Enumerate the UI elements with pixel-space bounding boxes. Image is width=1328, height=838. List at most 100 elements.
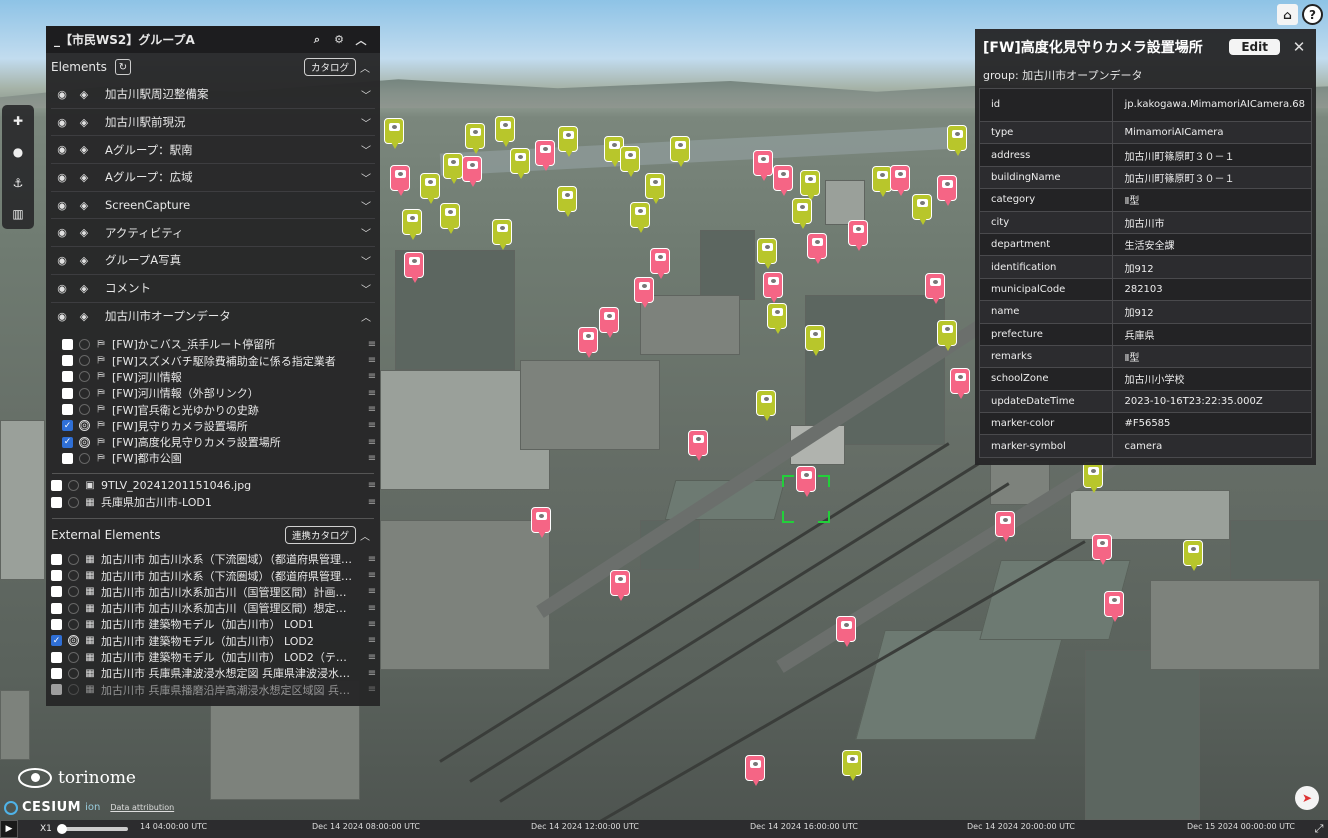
camera-marker[interactable] — [443, 153, 463, 184]
external-item[interactable]: ✓ ◎ ▦ 加古川市 建築物モデル（加古川市） LOD2 ≡ — [51, 633, 380, 649]
sublayer-item[interactable]: ⛿ [FW]スズメバチ駆除費補助金に係る指定業者 ≡ — [62, 352, 380, 368]
drag-handle-icon[interactable]: ≡ — [364, 668, 380, 679]
drag-handle-icon[interactable]: ≡ — [364, 437, 380, 448]
target-icon[interactable] — [79, 371, 90, 383]
drag-handle-icon[interactable]: ≡ — [364, 554, 380, 565]
home-icon[interactable]: ⌂ — [1277, 4, 1298, 25]
checkbox[interactable] — [51, 480, 62, 492]
ai-camera-marker[interactable] — [634, 277, 654, 308]
camera-marker[interactable] — [937, 320, 957, 351]
help-icon[interactable]: ? — [1302, 4, 1323, 25]
target-icon[interactable]: ◎ — [79, 420, 90, 432]
ai-camera-marker[interactable] — [925, 273, 945, 304]
checkbox[interactable] — [51, 618, 62, 630]
target-icon[interactable] — [79, 338, 90, 350]
camera-marker[interactable] — [440, 203, 460, 234]
drag-handle-icon[interactable]: ≡ — [364, 652, 380, 663]
close-icon[interactable]: ✕ — [1290, 38, 1308, 56]
checkbox[interactable] — [62, 452, 73, 464]
drag-handle-icon[interactable]: ≡ — [364, 586, 380, 597]
ai-camera-marker[interactable] — [535, 140, 555, 171]
edit-button[interactable]: Edit — [1229, 39, 1280, 55]
external-item[interactable]: ▦ 加古川市 加古川水系（下流圏域）（都道府県管理… ≡ — [51, 567, 380, 583]
eye-icon[interactable]: ◉ — [51, 254, 73, 267]
speed-slider[interactable] — [56, 824, 128, 834]
chevron-down-icon[interactable]: ﹀ — [357, 196, 375, 214]
ai-camera-marker[interactable] — [462, 156, 482, 187]
drag-handle-icon[interactable]: ≡ — [364, 497, 380, 508]
drag-handle-icon[interactable]: ≡ — [364, 684, 380, 695]
camera-marker[interactable] — [792, 198, 812, 229]
checkbox[interactable] — [62, 371, 73, 383]
checkbox[interactable] — [51, 651, 62, 663]
drag-handle-icon[interactable]: ≡ — [364, 404, 380, 415]
target-icon[interactable] — [68, 602, 79, 614]
sublayer-item[interactable]: ✓ ◎ ⛿ [FW]高度化見守りカメラ設置場所 ≡ — [62, 434, 380, 450]
flyto-icon[interactable]: ◈ — [73, 254, 95, 267]
camera-marker[interactable] — [757, 238, 777, 269]
ai-camera-marker[interactable] — [531, 507, 551, 538]
catalog-button[interactable]: カタログ — [303, 58, 356, 76]
target-icon[interactable] — [68, 553, 79, 565]
chevron-up-icon[interactable]: ︿ — [356, 526, 374, 544]
chevron-down-icon[interactable]: ﹀ — [357, 224, 375, 242]
ai-camera-marker[interactable] — [1092, 534, 1112, 565]
drag-handle-icon[interactable]: ≡ — [364, 355, 380, 366]
flyto-icon[interactable]: ◈ — [73, 143, 95, 156]
ai-camera-marker[interactable] — [745, 755, 765, 786]
camera-marker[interactable] — [495, 116, 515, 147]
fullscreen-icon[interactable]: ⤢ — [1310, 820, 1328, 838]
checkbox[interactable] — [62, 404, 73, 416]
checkbox-checked[interactable]: ✓ — [62, 436, 73, 448]
flyto-icon[interactable]: ◈ — [73, 171, 95, 184]
target-icon[interactable] — [68, 667, 79, 679]
sublayer-item[interactable]: ⛿ [FW]河川情報（外部リンク） ≡ — [62, 385, 380, 401]
target-icon[interactable] — [68, 651, 79, 663]
checkbox[interactable] — [51, 586, 62, 598]
checkbox[interactable] — [51, 684, 62, 696]
camera-marker[interactable] — [670, 136, 690, 167]
layer-item[interactable]: ◉ ◈ グループA写真 ﹀ — [51, 247, 375, 275]
flyto-icon[interactable]: ◈ — [73, 88, 95, 101]
target-icon[interactable] — [79, 355, 90, 367]
camera-marker[interactable] — [620, 146, 640, 177]
eye-icon[interactable]: ◉ — [51, 116, 73, 129]
ai-camera-marker[interactable] — [610, 570, 630, 601]
camera-marker[interactable] — [384, 118, 404, 149]
checkbox-checked[interactable]: ✓ — [62, 420, 73, 432]
external-item[interactable]: ▦ 加古川市 建築物モデル（加古川市） LOD1 ≡ — [51, 616, 380, 632]
element-item[interactable]: ▣ 9TLV_20241201151046.jpg ≡ — [51, 478, 380, 494]
flyto-icon[interactable]: ◈ — [73, 226, 95, 239]
map-icon[interactable]: ▥ — [12, 207, 23, 221]
sublayer-item[interactable]: ⛿ [FW]官兵衛と光ゆかりの史跡 ≡ — [62, 401, 380, 417]
chevron-down-icon[interactable]: ﹀ — [357, 85, 375, 103]
chevron-down-icon[interactable]: ﹀ — [357, 279, 375, 297]
camera-marker[interactable] — [912, 194, 932, 225]
external-item[interactable]: ▦ 加古川市 兵庫県播磨沿岸高潮浸水想定区域図 兵… ≡ — [51, 682, 380, 698]
flyto-icon[interactable]: ◈ — [73, 116, 95, 129]
camera-marker[interactable] — [842, 750, 862, 781]
camera-marker[interactable] — [402, 209, 422, 240]
ai-camera-marker[interactable] — [763, 272, 783, 303]
layer-item[interactable]: ◉ ◈ アクティビティ ﹀ — [51, 219, 375, 248]
plus-icon[interactable]: ✚ — [13, 114, 23, 128]
drag-handle-icon[interactable]: ≡ — [364, 480, 380, 491]
ai-camera-marker[interactable] — [688, 430, 708, 461]
checkbox[interactable] — [51, 602, 62, 614]
target-icon[interactable]: ◎ — [79, 436, 90, 448]
flyto-icon[interactable]: ◈ — [73, 282, 95, 295]
ai-camera-marker[interactable] — [807, 233, 827, 264]
sublayer-item[interactable]: ⛿ [FW]かこバス_浜手ルート停留所 ≡ — [62, 336, 380, 352]
camera-marker[interactable] — [558, 126, 578, 157]
linked-catalog-button[interactable]: 連携カタログ — [284, 526, 356, 545]
chevron-down-icon[interactable]: ﹀ — [357, 141, 375, 159]
layer-item[interactable]: ◉ ◈ Aグループ：駅南 ﹀ — [51, 136, 375, 165]
drag-handle-icon[interactable]: ≡ — [364, 388, 380, 399]
target-icon[interactable] — [79, 387, 90, 399]
layer-item[interactable]: ◉ ◈ 加古川駅前現況 ﹀ — [51, 109, 375, 137]
chevron-down-icon[interactable]: ﹀ — [357, 251, 375, 269]
comment-icon[interactable]: ● — [13, 145, 23, 159]
checkbox[interactable] — [62, 338, 73, 350]
layer-item[interactable]: ◉ ◈ Aグループ：広域 ﹀ — [51, 164, 375, 192]
target-icon[interactable] — [79, 404, 90, 416]
